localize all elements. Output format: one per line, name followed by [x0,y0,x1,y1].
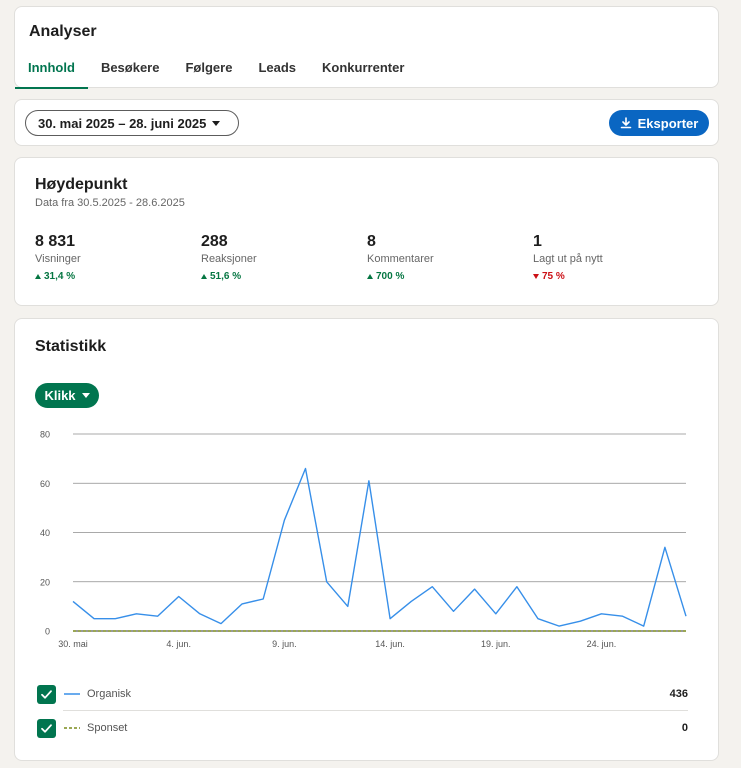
arrow-up-icon [367,274,373,279]
legend-label: Sponset [87,722,128,734]
metric-reposts: 1 Lagt ut på nytt 75 % [533,233,693,282]
metric-delta: 700 % [367,271,527,282]
metric-value: 288 [201,233,228,250]
tab-konkurrenter[interactable]: Konkurrenter [309,53,417,89]
metric-value: 1 [533,233,542,250]
metric-delta-value: 51,6 % [210,271,242,282]
series-line-organic [72,467,687,627]
metric-value: 8 [367,233,376,250]
organic-line-swatch [64,693,80,695]
caret-down-icon [212,120,221,126]
metric-value: 8 831 [35,233,76,250]
x-tick-label: 4. jun. [166,639,191,649]
tab-folgere[interactable]: Følgere [172,53,245,89]
export-button[interactable]: Eksporter [609,110,709,136]
analytics-header-card: Analyser Innhold Besøkere Følgere Leads … [14,6,719,89]
caret-down-icon [81,393,90,398]
arrow-up-icon [201,274,207,279]
y-tick-label: 20 [40,577,50,587]
metric-selector-dropdown[interactable]: Klikk [35,383,99,408]
organic-checkbox[interactable] [37,684,56,704]
metric-delta-value: 75 % [542,271,565,282]
x-tick-label: 30. mai [58,639,88,649]
highlights-subtitle: Data fra 30.5.2025 - 28.6.2025 [35,197,185,209]
metric-label: Lagt ut på nytt [533,253,603,265]
legend-row-sponsored: Sponset 0 [37,711,688,745]
metric-label: Kommentarer [367,253,434,265]
metric-delta: 31,4 % [35,271,195,282]
date-range-label: 30. mai 2025 – 28. juni 2025 [38,115,207,131]
y-tick-label: 80 [40,430,50,440]
analytics-tabs: Innhold Besøkere Følgere Leads Konkurren… [15,53,417,89]
y-tick-label: 60 [40,479,50,489]
legend-label: Organisk [87,688,132,700]
arrow-up-icon [35,274,41,279]
tab-besokere[interactable]: Besøkere [88,53,173,89]
legend-total: 436 [669,688,688,700]
sponsored-line-swatch [64,727,80,729]
sponsored-checkbox[interactable] [37,718,56,738]
x-tick-label: 19. jun. [481,639,511,649]
metric-delta: 75 % [533,271,693,282]
checkmark-icon [41,723,52,733]
legend-total: 0 [681,722,688,734]
download-icon [620,117,631,129]
page-title: Analyser [29,23,97,40]
tab-innhold[interactable]: Innhold [15,53,88,89]
filter-card: 30. mai 2025 – 28. juni 2025 Eksporter [14,99,719,146]
y-tick-label: 0 [45,627,50,637]
highlights-title: Høydepunkt [35,176,128,193]
statistics-title: Statistikk [35,338,107,355]
metric-reactions: 288 Reaksjoner 51,6 % [201,233,361,282]
metric-label: Reaksjoner [201,253,257,265]
metric-delta: 51,6 % [201,271,361,282]
x-tick-label: 24. jun. [587,639,617,649]
highlights-card: Høydepunkt Data fra 30.5.2025 - 28.6.202… [14,157,719,306]
y-tick-label: 40 [40,528,50,538]
line-chart: 0 20 40 60 80 30. mai 4. jun. 9. jun. 14. jun. 19… [40,430,687,649]
export-label: Eksporter [637,115,699,131]
metric-selector-label: Klikk [44,388,76,403]
x-tick-label: 14. jun. [375,639,405,649]
date-range-dropdown[interactable]: 30. mai 2025 – 28. juni 2025 [25,110,239,136]
metric-delta-value: 700 % [376,271,405,282]
metric-label: Visninger [35,253,81,265]
tab-leads[interactable]: Leads [245,53,309,89]
arrow-down-icon [533,274,539,279]
metric-delta-value: 31,4 % [44,271,76,282]
statistics-card: Statistikk Klikk 0 20 40 60 80 30. mai 4. jun.… [14,318,719,761]
legend-row-organic: Organisk 436 [37,677,688,711]
x-tick-label: 9. jun. [272,639,297,649]
metric-comments: 8 Kommentarer 700 % [367,233,527,282]
checkmark-icon [41,689,52,699]
metric-views: 8 831 Visninger 31,4 % [35,233,195,282]
